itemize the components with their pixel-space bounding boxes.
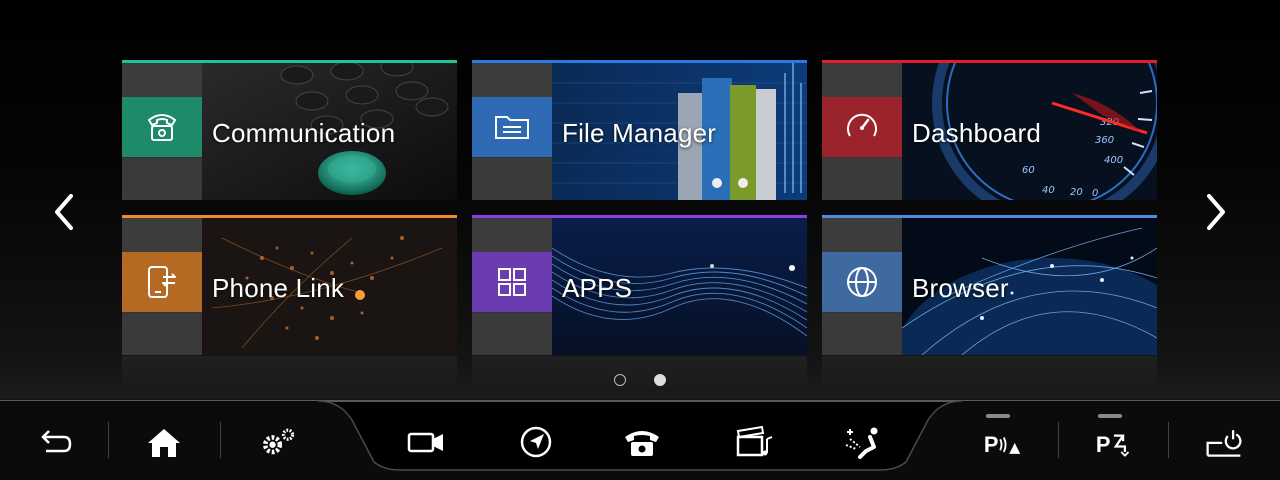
svg-text:400: 400: [1104, 155, 1123, 166]
navigation-button[interactable]: [514, 412, 558, 472]
tile-label: Communication: [212, 118, 396, 148]
globe-icon: [847, 267, 877, 297]
back-button[interactable]: [32, 412, 76, 472]
power-icon: [1206, 430, 1242, 457]
climate-icon: [845, 427, 878, 459]
settings-button[interactable]: [254, 412, 302, 472]
telephone-icon: [147, 114, 177, 141]
dock-separator: [220, 422, 221, 458]
tile-communication[interactable]: Communication: [122, 60, 457, 200]
home-icon: [148, 429, 180, 457]
apps-grid-icon: [498, 268, 526, 296]
telephone-icon: [625, 431, 659, 456]
tile-reflection: [822, 356, 1157, 390]
tile-accent-bar: [822, 215, 1157, 218]
svg-text:20: 20: [1070, 187, 1083, 198]
tile-icon-box: [822, 252, 902, 312]
dock-separator: [1168, 422, 1169, 458]
next-page-arrow-icon[interactable]: [1196, 190, 1236, 234]
dock-separator: [1058, 422, 1059, 458]
tile-file-manager[interactable]: File Manager: [472, 60, 807, 200]
home-button[interactable]: [142, 412, 186, 472]
home-screen: Communication File Manager 360 400 40 20…: [0, 0, 1280, 480]
tile-reflection: [472, 356, 807, 390]
tile-icon-box: [472, 97, 552, 157]
svg-text:P: P: [1096, 432, 1111, 457]
dock-separator: [108, 422, 109, 458]
tile-apps[interactable]: APPS: [472, 215, 807, 355]
svg-text:0: 0: [1092, 188, 1098, 199]
svg-text:P: P: [984, 432, 999, 457]
tile-label: APPS: [562, 273, 633, 303]
parking-sensor-button[interactable]: P: [978, 412, 1026, 472]
page-indicator-dot-active[interactable]: [654, 374, 666, 386]
phone-button[interactable]: [620, 412, 664, 472]
folder-icon: [495, 116, 529, 139]
parking-assist-icon: P: [1096, 432, 1130, 457]
parking-assist-button[interactable]: P: [1090, 412, 1138, 472]
page-indicator-dot[interactable]: [614, 374, 626, 386]
svg-text:360: 360: [1095, 135, 1114, 146]
climate-button[interactable]: [842, 412, 886, 472]
tile-accent-bar: [472, 60, 807, 63]
media-button[interactable]: [732, 412, 776, 472]
navigation-icon: [520, 426, 552, 458]
tile-accent-bar: [472, 215, 807, 218]
tile-label: File Manager: [562, 118, 717, 148]
tile-icon-box: [122, 252, 202, 312]
camera-icon: [407, 432, 443, 453]
tile-label: Dashboard: [912, 118, 1041, 148]
back-icon: [41, 430, 72, 453]
tile-reflection: [122, 356, 457, 390]
parking-sensor-icon: P: [984, 432, 1021, 457]
tile-browser[interactable]: Browser: [822, 215, 1157, 355]
tile-icon-box: [122, 97, 202, 157]
camera-button[interactable]: [404, 412, 448, 472]
tile-accent-bar: [122, 60, 457, 63]
power-button[interactable]: [1200, 412, 1248, 472]
tile-accent-bar: [822, 60, 1157, 63]
settings-icon: [263, 428, 295, 455]
speedometer-icon: [847, 113, 877, 137]
tile-phone-link[interactable]: Phone Link: [122, 215, 457, 355]
tile-icon-box: [472, 252, 552, 312]
tile-label: Browser: [912, 273, 1009, 303]
phone-link-icon: [148, 266, 176, 298]
svg-text:40: 40: [1042, 185, 1055, 196]
svg-text:60: 60: [1022, 165, 1035, 176]
tile-dashboard[interactable]: 360320400 4020060 Dashboard: [822, 60, 1157, 200]
media-icon: [736, 425, 773, 457]
tile-accent-bar: [122, 215, 457, 218]
tile-label: Phone Link: [212, 273, 345, 303]
previous-page-arrow-icon[interactable]: [44, 190, 84, 234]
tile-icon-box: [822, 97, 902, 157]
